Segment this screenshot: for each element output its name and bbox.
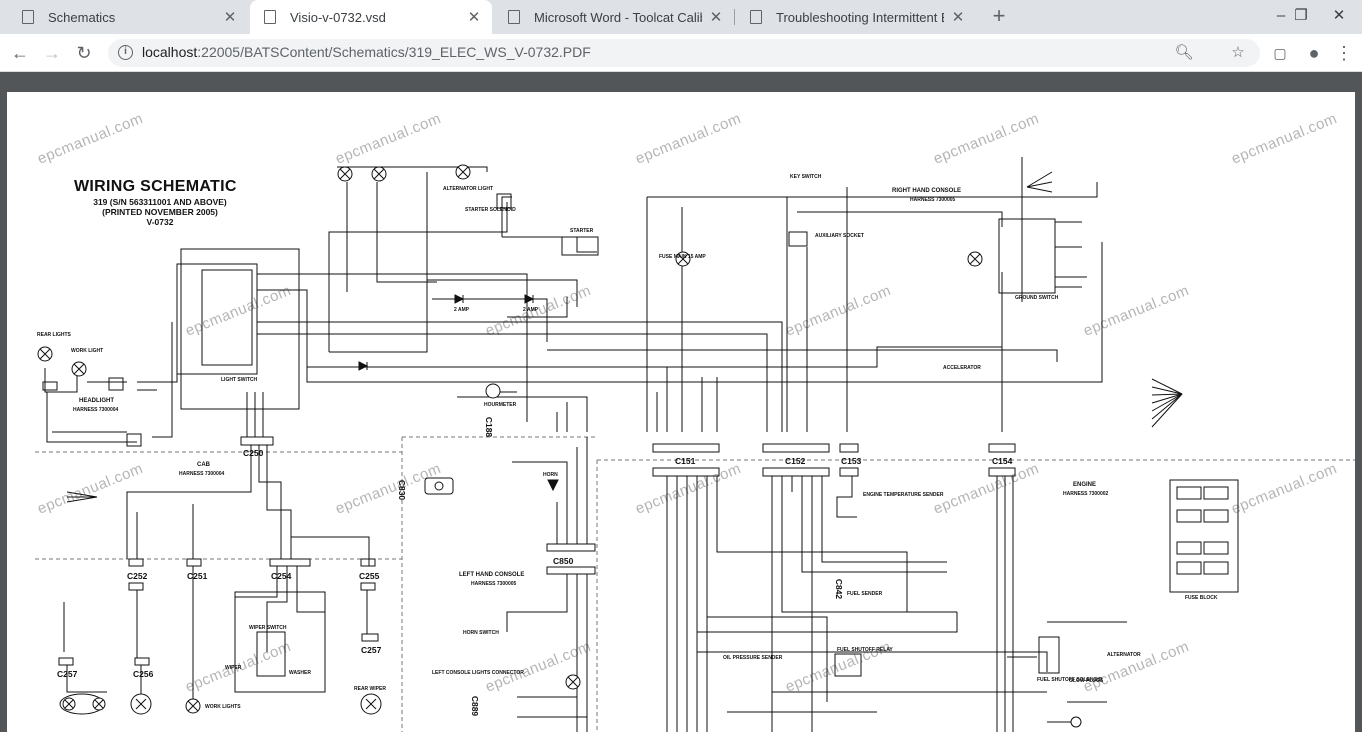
section-headlight: HEADLIGHT [79,398,114,404]
close-icon[interactable]: ✕ [950,8,966,26]
wiper-switch-label: WIPER SWITCH [249,625,287,631]
document-icon [508,10,520,24]
connector-c257-rear: C257 [361,645,382,655]
section-engine: ENGINE [1073,482,1097,488]
glow-plugs-label: GLOW PLUGS [1069,678,1104,684]
connector-c252: C252 [127,571,148,581]
ground-switch-label: GROUND SWITCH [1015,295,1059,301]
zoom-icon[interactable]: 🔍︎ [1174,43,1194,63]
connector-c188: C188 [484,416,495,438]
section-lhc-harness: HARNESS 7300005 [471,581,517,587]
connector-c889: C889 [470,695,481,717]
new-tab-button[interactable]: + [986,4,1012,30]
fuse-main-label: FUSE MAIN 15 AMP [659,254,706,260]
connector-c151: C151 [675,456,696,466]
reload-button[interactable]: ↻ [70,39,98,67]
section-lhc: LEFT HAND CONSOLE [459,572,525,578]
diode-b-label: 2 AMP [523,307,539,313]
close-icon[interactable]: ✕ [708,8,724,26]
section-cab-harness: HARNESS 7300004 [179,471,225,477]
horn-label: HORN [543,472,558,478]
work-light-label: WORK LIGHT [71,348,104,354]
connector-c850: C850 [553,556,574,566]
pdf-page[interactable]: epcmanual.com epcmanual.com epcmanual.co… [7,92,1355,732]
washer-label: WASHER [289,670,311,676]
tab-visio[interactable]: Visio-v-0732.vsd ✕ [250,0,492,34]
side-panel-icon[interactable]: ▢ [1266,39,1294,67]
address-bar[interactable]: i localhost:22005/BATSContent/Schematics… [108,39,1260,67]
section-cab: CAB [197,462,210,468]
forward-button[interactable]: → [38,39,66,67]
horn-switch-label: HORN SWITCH [463,630,499,636]
connector-c830: C830 [397,479,408,501]
starter-label: STARTER [570,228,594,234]
alternator-label: ALTERNATOR [1107,652,1141,658]
connector-c254: C254 [271,571,292,581]
browser-toolbar: ← → ↻ i localhost:22005/BATSContent/Sche… [0,34,1362,72]
tab-label: Troubleshooting Intermittent Elec [776,9,944,25]
url-text[interactable]: localhost:22005/BATSContent/Schematics/3… [142,44,591,60]
connector-c256: C256 [133,669,154,679]
tab-label: Microsoft Word - Toolcat Calibrat [534,9,702,25]
connector-c255: C255 [359,571,380,581]
light-switch-label: LIGHT SWITCH [221,377,258,383]
rear-lights-label: REAR LIGHTS [37,332,71,338]
tab-troubleshooting[interactable]: Troubleshooting Intermittent Elec ✕ [736,0,976,34]
connector-c251: C251 [187,571,208,581]
tab-separator [734,9,735,25]
close-window-button[interactable]: ✕ [1316,0,1362,34]
connector-c154: C154 [992,456,1013,466]
section-rhc: RIGHT HAND CONSOLE [892,188,961,194]
temp-sender-label: ENGINE TEMPERATURE SENDER [863,492,944,498]
tab-bar: Schematics ✕ Visio-v-0732.vsd ✕ Microsof… [0,0,1362,34]
oil-pressure-sender-label: OIL PRESSURE SENDER [723,655,783,661]
pdf-viewer[interactable]: epcmanual.com epcmanual.com epcmanual.co… [0,72,1362,732]
work-lights-label: WORK LIGHTS [205,704,241,710]
key-switch-label: KEY SWITCH [790,174,822,180]
connector-c153: C153 [841,456,862,466]
wiper-label: WIPER [225,665,242,671]
document-icon [264,10,276,24]
tab-word[interactable]: Microsoft Word - Toolcat Calibrat ✕ [494,0,734,34]
document-icon [22,10,34,24]
info-icon[interactable]: i [118,45,133,60]
close-icon[interactable]: ✕ [466,8,482,26]
rear-wiper-label: REAR WIPER [354,686,386,692]
diode-a-label: 2 AMP [454,307,470,313]
accelerator-label: ACCELERATOR [943,365,981,371]
fuse-block-label: FUSE BLOCK [1185,595,1218,601]
connector-c842: C842 [834,578,845,600]
hourmeter-label: HOURMETER [484,402,517,408]
section-engine-harness: HARNESS 7300002 [1063,491,1109,497]
fuel-sender-label: FUEL SENDER [847,591,883,597]
aux-socket-label: AUXILIARY SOCKET [815,233,864,239]
alternator-light-label: ALTERNATOR LIGHT [443,186,493,192]
menu-icon[interactable]: ⋮ [1330,39,1358,67]
tab-label: Visio-v-0732.vsd [290,9,386,25]
connector-c152: C152 [785,456,806,466]
lcl-connector-label: LEFT CONSOLE LIGHTS CONNECTOR [432,670,524,676]
fuel-shutoff-relay-label: FUEL SHUTOFF RELAY [837,647,893,653]
bookmark-star-icon[interactable]: ☆ [1228,43,1248,63]
document-icon [750,10,762,24]
profile-icon[interactable]: ● [1300,39,1328,67]
starter-solenoid-label: STARTER SOLENOID [465,207,516,213]
wiring-diagram [35,157,1355,732]
section-headlight-harness: HARNESS 7300004 [73,407,119,413]
section-rhc-harness: HARNESS 7300005 [910,197,956,203]
back-button[interactable]: ← [6,39,34,67]
connector-c257: C257 [57,669,78,679]
connector-c250: C250 [243,448,264,458]
tab-schematics[interactable]: Schematics ✕ [8,0,248,34]
tab-label: Schematics [48,9,116,25]
close-icon[interactable]: ✕ [222,8,238,26]
